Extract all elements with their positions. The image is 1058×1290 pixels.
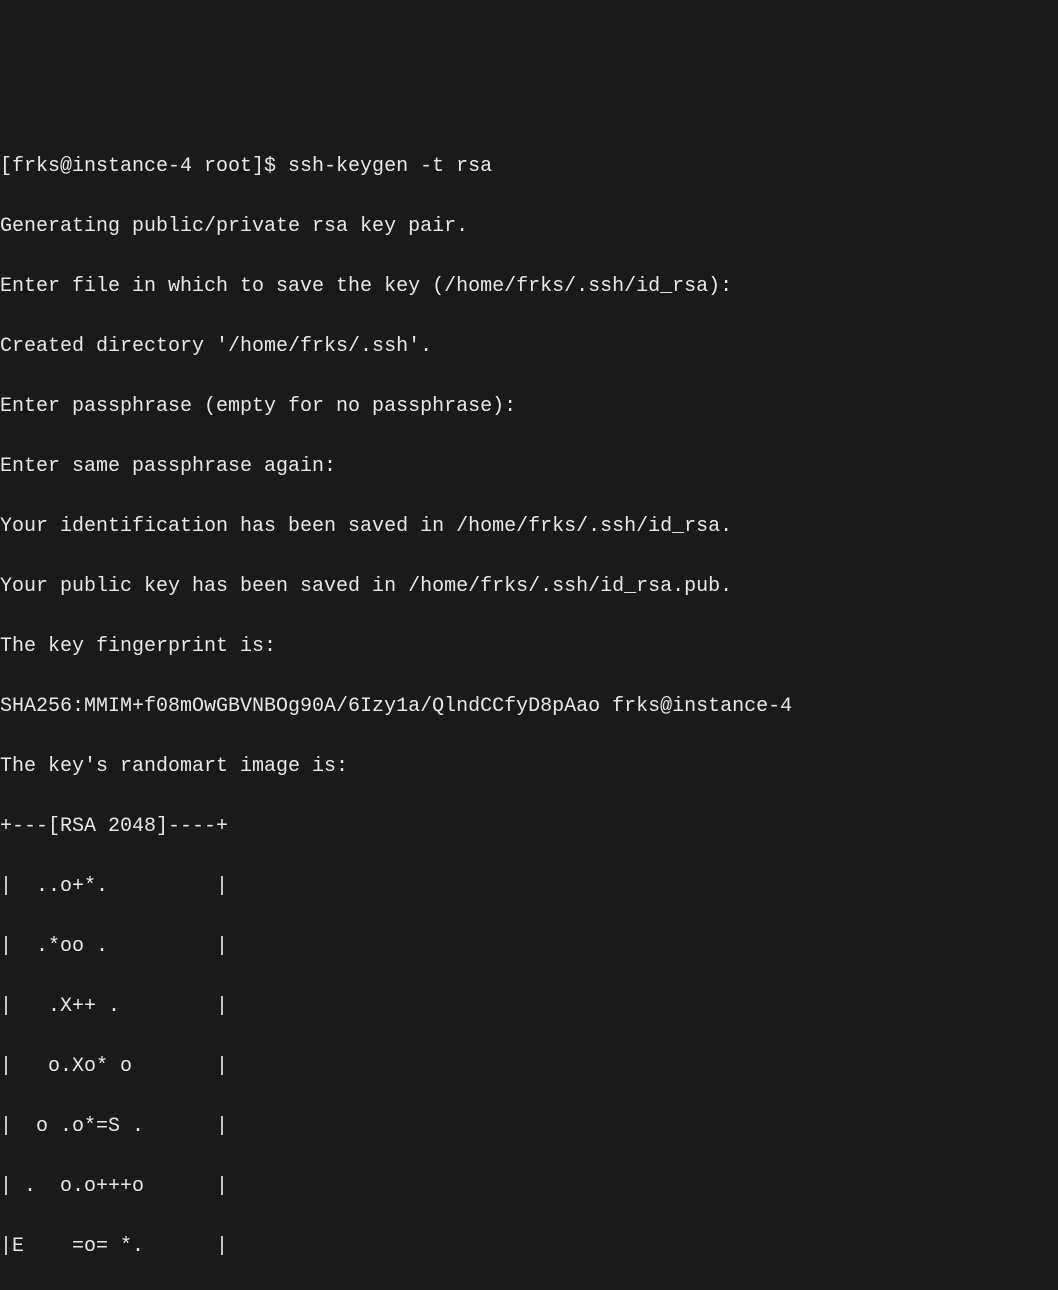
- randomart-line: | o.Xo* o |: [0, 1052, 1058, 1082]
- output-line: The key fingerprint is:: [0, 632, 1058, 662]
- randomart-line: | .*oo . |: [0, 932, 1058, 962]
- randomart-line: | o .o*=S . |: [0, 1112, 1058, 1142]
- output-line: Enter passphrase (empty for no passphras…: [0, 392, 1058, 422]
- randomart-line: +---[RSA 2048]----+: [0, 812, 1058, 842]
- output-line: Your public key has been saved in /home/…: [0, 572, 1058, 602]
- output-line: SHA256:MMIM+f08mOwGBVNBOg90A/6Izy1a/Qlnd…: [0, 692, 1058, 722]
- randomart-line: |E =o= *. |: [0, 1232, 1058, 1262]
- output-line: Enter file in which to save the key (/ho…: [0, 272, 1058, 302]
- output-line: The key's randomart image is:: [0, 752, 1058, 782]
- output-line: Enter same passphrase again:: [0, 452, 1058, 482]
- randomart-line: | ..o+*. |: [0, 872, 1058, 902]
- randomart-line: | . o.o+++o |: [0, 1172, 1058, 1202]
- randomart-line: | .X++ . |: [0, 992, 1058, 1022]
- output-line: Created directory '/home/frks/.ssh'.: [0, 332, 1058, 362]
- terminal-output[interactable]: [frks@instance-4 root]$ ssh-keygen -t rs…: [0, 120, 1058, 1290]
- output-line: Your identification has been saved in /h…: [0, 512, 1058, 542]
- command-line: [frks@instance-4 root]$ ssh-keygen -t rs…: [0, 152, 1058, 182]
- output-line: Generating public/private rsa key pair.: [0, 212, 1058, 242]
